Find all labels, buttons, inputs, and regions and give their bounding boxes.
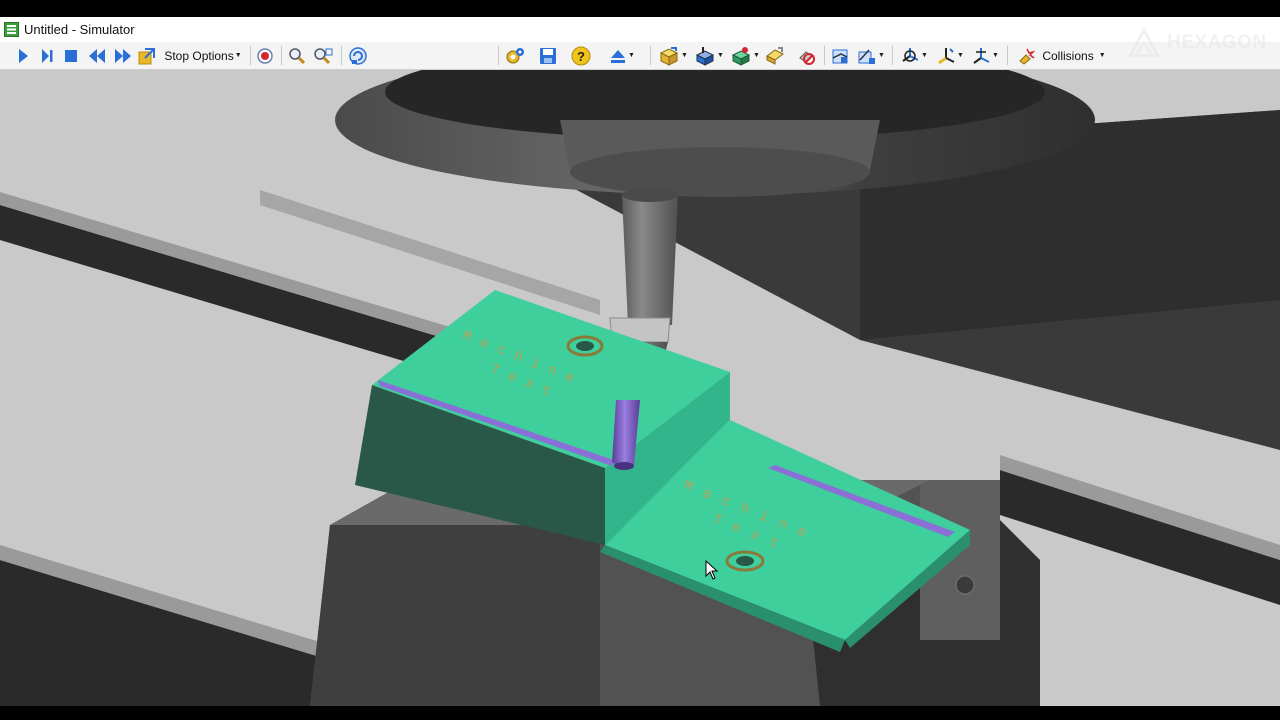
simulation-viewport[interactable]: Machine Text Machine Text [0,70,1280,706]
hexagon-logo-text: HEXAGON [1167,32,1267,53]
window-title: Untitled - Simulator [24,22,135,37]
toolbar-separator [498,46,499,65]
letterbox-bottom [0,706,1280,720]
clip-view-button[interactable]: ▼ [854,45,888,66]
axis-icon [902,47,919,62]
go-to-end-button[interactable] [137,45,157,66]
collisions-dropdown[interactable]: Collisions ▼ [1012,45,1112,66]
toolbar-separator [341,46,342,65]
fixture-icon [695,46,715,66]
chevron-down-icon: ▼ [234,52,242,59]
collisions-label: Collisions [1042,48,1094,63]
chevron-down-icon: ▼ [1098,52,1106,59]
save-icon [540,47,556,64]
toolbar-separator [1007,46,1008,65]
view-rotate-button[interactable] [346,45,370,66]
toolbar-separator [650,46,651,65]
chevron-down-icon: ▼ [717,52,724,59]
toolbar-separator [892,46,893,65]
help-icon: ? [571,46,591,65]
window-titlebar: Untitled - Simulator [0,17,1280,42]
simulator-toolbar: Stop Options ▼ ? ▼ ▼ ▼ ▼ ▼ ▼ ▼ ▼ Collisi… [0,42,1280,100]
save-button[interactable] [537,45,559,66]
vise-bolt-hole [955,575,975,595]
svg-text:?: ? [577,49,585,64]
axis-button[interactable]: ▼ [897,45,931,66]
clip-view-icon [858,48,876,64]
rewind-button[interactable] [86,45,108,66]
tool-button[interactable] [764,45,786,66]
step-icon [42,48,53,63]
machine-axis-button[interactable]: ▼ [933,45,967,66]
fast-forward-button[interactable] [112,45,134,66]
letterbox-top [0,0,1280,17]
machine-axis-icon [938,47,955,64]
stop-icon [65,49,77,62]
settings-button[interactable] [503,45,527,66]
settings-icon [506,47,524,63]
eject-button[interactable]: ▼ [604,45,640,66]
zoom-button[interactable] [287,45,307,66]
help-button[interactable]: ? [570,45,592,66]
play-button[interactable] [13,45,33,66]
collisions-icon [1019,48,1036,65]
machine-view-icon [973,47,990,64]
section-view-icon [832,49,848,63]
go-to-end-icon [138,47,155,64]
part-button[interactable]: ▼ [728,45,762,66]
stock-icon [659,46,679,66]
chevron-down-icon: ▼ [992,52,999,59]
section-view-button[interactable] [830,45,852,66]
remove-material-icon [799,50,815,65]
chevron-down-icon: ▼ [878,52,885,59]
toolbar-separator [281,46,282,65]
record-button[interactable] [255,45,275,66]
toolbar-separator [824,46,825,65]
toolbar-separator [250,46,251,65]
machine-scene[interactable]: Machine Text Machine Text [0,70,1280,706]
part-icon [731,46,751,66]
eject-icon [611,49,626,63]
fast-forward-icon [115,48,131,63]
chevron-down-icon: ▼ [957,52,964,59]
remove-material-button[interactable] [794,45,818,66]
hexagon-logo-icon [1127,26,1161,58]
stop-button[interactable] [61,45,81,66]
record-icon [257,47,273,64]
chevron-down-icon: ▼ [681,52,688,59]
spindle [622,195,678,325]
view-rotate-icon [349,46,367,65]
play-icon [19,48,28,63]
stop-options-label: Stop Options [164,48,234,63]
step-button[interactable] [37,45,57,66]
tool-icon [766,46,784,65]
chevron-down-icon: ▼ [628,52,635,59]
stock-button[interactable]: ▼ [656,45,690,66]
mouse-cursor-icon [705,560,719,580]
machine-view-button[interactable]: ▼ [968,45,1002,66]
hexagon-logo: HEXAGON [1126,26,1267,60]
zoom-fit-button[interactable] [311,45,335,66]
app-icon [4,22,19,37]
chevron-down-icon: ▼ [921,52,928,59]
zoom-fit-icon [314,47,333,64]
chevron-down-icon: ▼ [753,52,760,59]
fixture-button[interactable]: ▼ [692,45,726,66]
zoom-icon [289,47,306,64]
rewind-icon [89,48,105,63]
stop-options-dropdown[interactable]: Stop Options ▼ [160,45,246,66]
